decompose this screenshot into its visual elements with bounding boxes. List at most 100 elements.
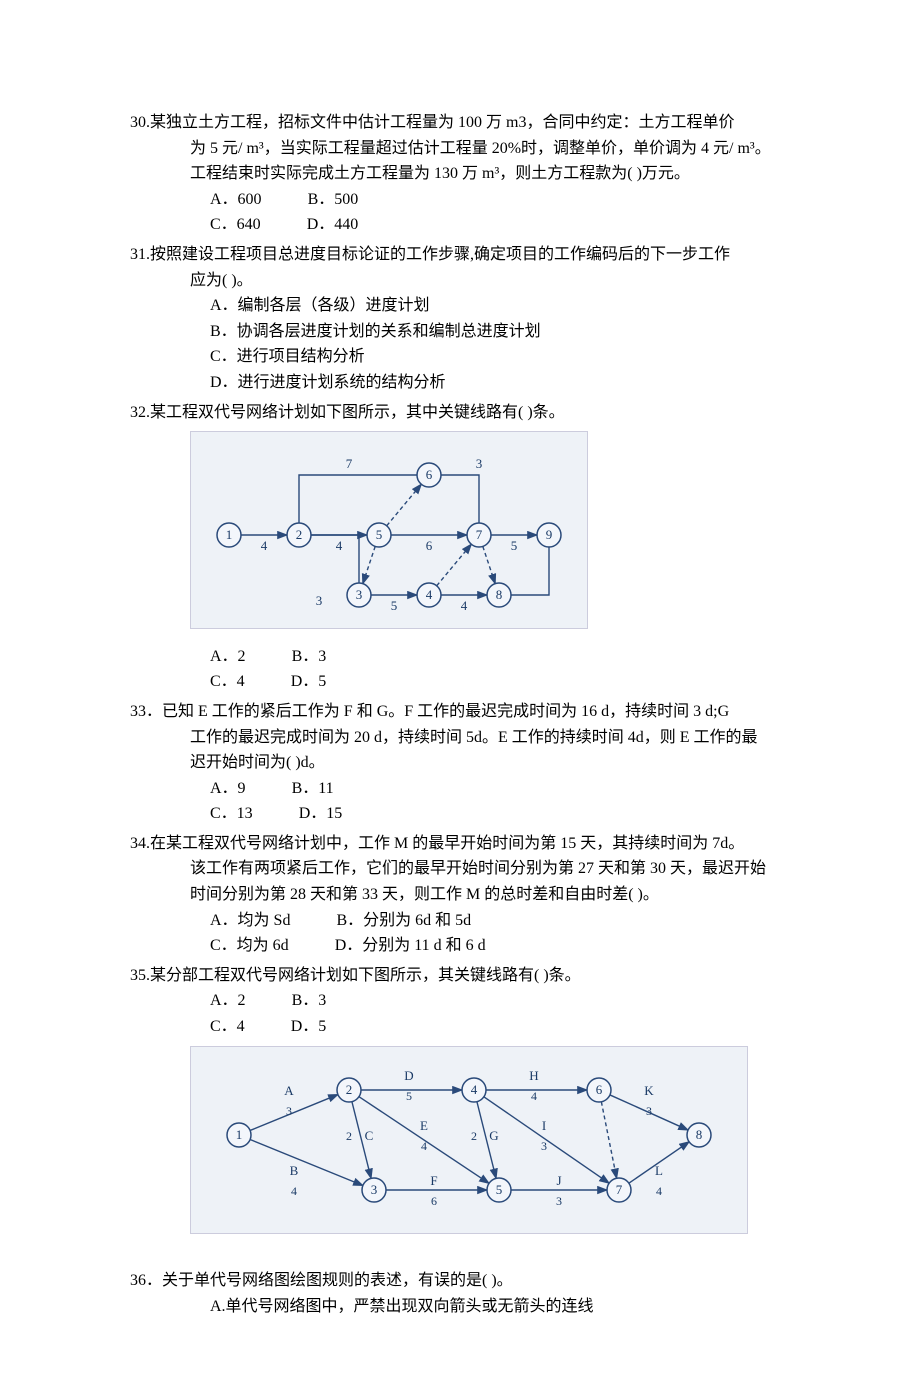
svg-text:E: E — [420, 1118, 428, 1133]
svg-text:3: 3 — [316, 593, 323, 608]
q33-opt-b: B．11 — [292, 780, 334, 797]
q33-line2: 工作的最迟完成时间为 20 d，持续时间 5d。E 工作的持续时间 4d，则 E… — [130, 725, 800, 751]
svg-text:2: 2 — [346, 1129, 352, 1143]
svg-text:L: L — [655, 1163, 663, 1178]
svg-text:1: 1 — [226, 527, 233, 542]
svg-text:H: H — [529, 1068, 538, 1083]
q35-opt-d: D．5 — [291, 1018, 327, 1035]
question-35: 35.某分部工程双代号网络计划如下图所示，其关键线路有( )条。 A．2B．3 … — [130, 963, 800, 1248]
q30-opt-d: D．440 — [307, 216, 359, 233]
svg-text:7: 7 — [476, 527, 483, 542]
svg-text:4: 4 — [336, 538, 343, 553]
q35-stem: 35.某分部工程双代号网络计划如下图所示，其关键线路有( )条。 — [130, 963, 800, 989]
q36-stem: 36．关于单代号网络图绘图规则的表述，有误的是( )。 — [130, 1268, 800, 1294]
q31-opt-c: C．进行项目结构分析 — [130, 344, 800, 370]
q32-opt-c: C．4 — [210, 673, 245, 690]
q35-options-row1: A．2 B．3 — [130, 988, 800, 1014]
question-30: 30.某独立土方工程，招标文件中估计工程量为 100 万 m3，合同中约定：土方… — [130, 110, 800, 238]
q31-line2: 应为( )。 — [130, 268, 800, 294]
svg-text:2: 2 — [346, 1082, 353, 1097]
q35-svg: A3B4C2D5E4F6G2H4I3J3K3L412345678 — [199, 1055, 739, 1225]
q31-opt-a: A．编制各层（各级）进度计划 — [130, 293, 800, 319]
svg-text:3: 3 — [556, 1194, 562, 1208]
question-33: 33．已知 E 工作的紧后工作为 F 和 G。F 工作的最迟完成时间为 16 d… — [130, 699, 800, 827]
q30-line2: 为 5 元/ m³，当实际工程量超过估计工程量 20%时，调整单价，单价调为 4… — [130, 136, 800, 162]
q30-options-row1: A．600 B．500 — [130, 187, 800, 213]
svg-text:5: 5 — [391, 598, 398, 613]
q34-options-row2: C．均为 6d D．分别为 11 d 和 6 d — [130, 933, 800, 959]
q32-opt-d: D．5 — [291, 673, 327, 690]
q33-line3: 迟开始时间为( )d。 — [130, 750, 800, 776]
svg-text:3: 3 — [476, 456, 483, 471]
svg-text:7: 7 — [346, 456, 353, 471]
svg-text:8: 8 — [496, 587, 503, 602]
svg-text:D: D — [404, 1068, 413, 1083]
q32-network-diagram: 443763545123456789 — [190, 431, 588, 629]
q35-opt-c: C．4 — [210, 1018, 245, 1035]
svg-text:J: J — [556, 1173, 561, 1188]
q35-network-diagram: A3B4C2D5E4F6G2H4I3J3K3L412345678 — [190, 1046, 748, 1234]
q33-stem: 33．已知 E 工作的紧后工作为 F 和 G。F 工作的最迟完成时间为 16 d… — [130, 699, 800, 725]
svg-text:C: C — [365, 1128, 374, 1143]
q35-options-row2: C．4 D．5 — [130, 1014, 800, 1040]
svg-text:7: 7 — [616, 1182, 623, 1197]
q31-opt-d: D．进行进度计划系统的结构分析 — [130, 370, 800, 396]
svg-text:4: 4 — [421, 1139, 427, 1153]
svg-text:5: 5 — [376, 527, 383, 542]
svg-text:2: 2 — [296, 527, 303, 542]
q33-options-row2: C．13 D．15 — [130, 801, 800, 827]
question-31: 31.按照建设工程项目总进度目标论证的工作步骤,确定项目的工作编码后的下一步工作… — [130, 242, 800, 396]
q30-opt-b: B．500 — [308, 191, 359, 208]
q33-opt-a: A．9 — [210, 780, 246, 797]
q34-opt-b: B．分别为 6d 和 5d — [336, 912, 471, 929]
q34-opt-d: D．分别为 11 d 和 6 d — [335, 937, 486, 954]
svg-text:4: 4 — [426, 587, 433, 602]
q30-num: 30. — [130, 114, 150, 131]
svg-text:6: 6 — [596, 1082, 603, 1097]
q34-stem: 34.在某工程双代号网络计划中，工作 M 的最早开始时间为第 15 天，其持续时… — [130, 831, 800, 857]
svg-text:3: 3 — [646, 1104, 652, 1118]
q30-line3: 工程结束时实际完成土方工程量为 130 万 m³，则土方工程款为( )万元。 — [130, 161, 800, 187]
q32-opt-a: A．2 — [210, 648, 246, 665]
svg-text:4: 4 — [656, 1184, 662, 1198]
question-32: 32.某工程双代号网络计划如下图所示，其中关键线路有( )条。 4 4 3 7 6 3 5 4… — [130, 400, 800, 695]
svg-text:K: K — [644, 1083, 654, 1098]
q34-opt-a: A．均为 Sd — [210, 912, 290, 929]
svg-text:3: 3 — [371, 1182, 378, 1197]
q32-opt-b: B．3 — [292, 648, 327, 665]
q30-stem: 30.某独立土方工程，招标文件中估计工程量为 100 万 m3，合同中约定：土方… — [130, 110, 800, 136]
svg-text:5: 5 — [511, 538, 518, 553]
svg-text:G: G — [489, 1128, 498, 1143]
q32-stem: 32.某工程双代号网络计划如下图所示，其中关键线路有( )条。 — [130, 400, 800, 426]
svg-text:4: 4 — [461, 598, 468, 613]
svg-text:5: 5 — [496, 1182, 503, 1197]
svg-text:4: 4 — [531, 1089, 537, 1103]
svg-text:3: 3 — [541, 1139, 547, 1153]
q31-opt-b: B．协调各层进度计划的关系和编制总进度计划 — [130, 319, 800, 345]
q36-opt-a: A.单代号网络图中，严禁出现双向箭头或无箭头的连线 — [130, 1294, 800, 1320]
q34-line3: 时间分别为第 28 天和第 33 天，则工作 M 的总时差和自由时差( )。 — [130, 882, 800, 908]
svg-text:6: 6 — [431, 1194, 437, 1208]
svg-text:4: 4 — [291, 1184, 297, 1198]
q32-options-row1: A．2 B．3 — [130, 644, 800, 670]
svg-text:4: 4 — [261, 538, 268, 553]
question-34: 34.在某工程双代号网络计划中，工作 M 的最早开始时间为第 15 天，其持续时… — [130, 831, 800, 959]
question-36: 36．关于单代号网络图绘图规则的表述，有误的是( )。 A.单代号网络图中，严禁… — [130, 1268, 800, 1319]
svg-text:6: 6 — [426, 538, 433, 553]
q32-svg: 443763545123456789 — [199, 440, 579, 620]
svg-text:6: 6 — [426, 467, 433, 482]
svg-text:3: 3 — [286, 1104, 292, 1118]
q35-opt-b: B．3 — [292, 992, 327, 1009]
q30-options-row2: C．640 D．440 — [130, 212, 800, 238]
svg-text:1: 1 — [236, 1127, 243, 1142]
svg-text:F: F — [430, 1173, 437, 1188]
q34-opt-c: C．均为 6d — [210, 937, 289, 954]
q34-line2: 该工作有两项紧后工作，它们的最早开始时间分别为第 27 天和第 30 天，最迟开… — [130, 856, 800, 882]
q30-opt-a: A．600 — [210, 191, 262, 208]
q33-opt-d: D．15 — [299, 805, 343, 822]
q33-options-row1: A．9 B．11 — [130, 776, 800, 802]
svg-text:8: 8 — [696, 1127, 703, 1142]
q33-opt-c: C．13 — [210, 805, 253, 822]
q35-opt-a: A．2 — [210, 992, 246, 1009]
q30-opt-c: C．640 — [210, 216, 261, 233]
